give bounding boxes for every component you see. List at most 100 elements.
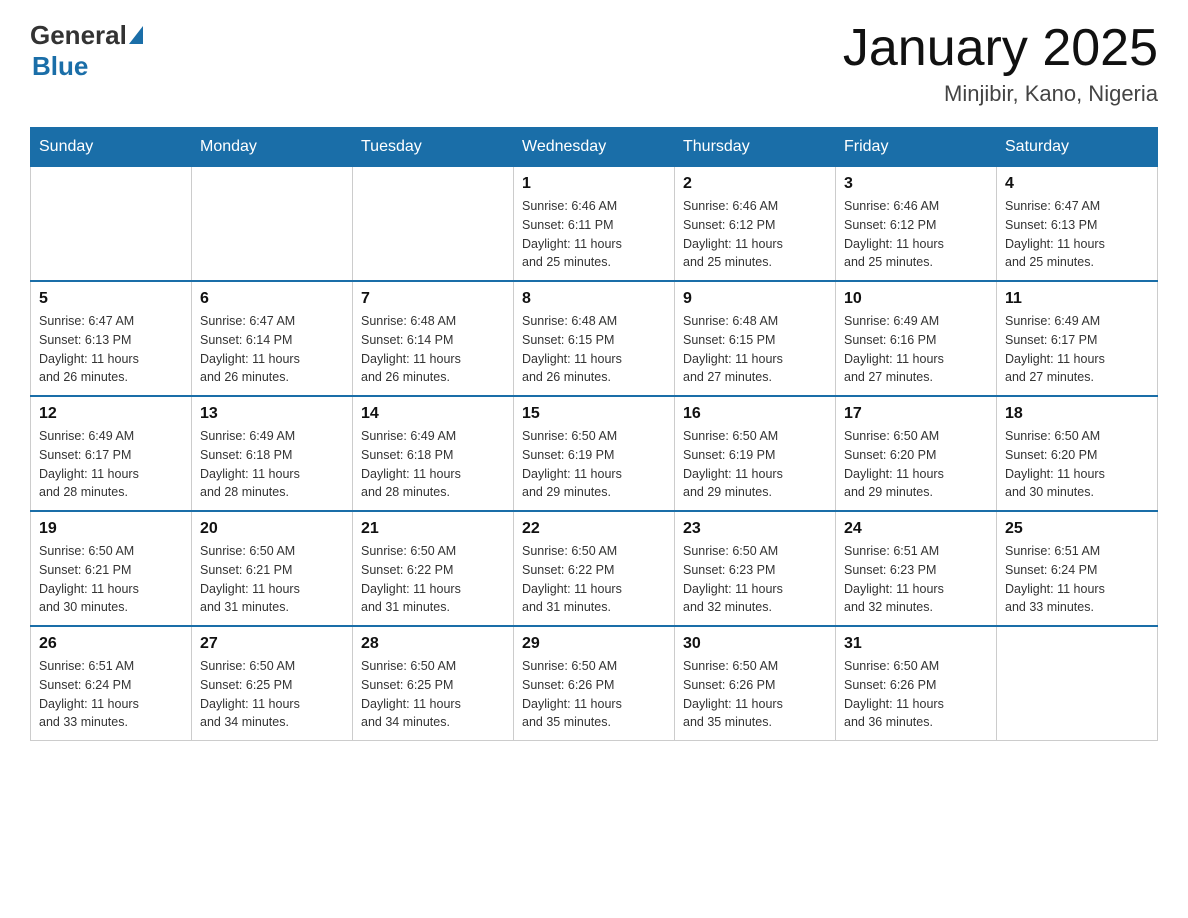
- calendar-week-row: 12 Sunrise: 6:49 AM Sunset: 6:17 PM Dayli…: [31, 396, 1158, 511]
- calendar-week-row: 19 Sunrise: 6:50 AM Sunset: 6:21 PM Dayli…: [31, 511, 1158, 626]
- day-info: Sunrise: 6:50 AM Sunset: 6:26 PM Dayligh…: [522, 657, 666, 732]
- calendar-day-header: Tuesday: [353, 128, 514, 167]
- day-info: Sunrise: 6:50 AM Sunset: 6:25 PM Dayligh…: [361, 657, 505, 732]
- logo-general-text: General: [30, 20, 127, 51]
- calendar-week-row: 1 Sunrise: 6:46 AM Sunset: 6:11 PM Daylig…: [31, 167, 1158, 282]
- calendar-cell: 10 Sunrise: 6:49 AM Sunset: 6:16 PM Dayli…: [836, 281, 997, 396]
- day-info: Sunrise: 6:49 AM Sunset: 6:18 PM Dayligh…: [200, 427, 344, 502]
- day-info: Sunrise: 6:49 AM Sunset: 6:17 PM Dayligh…: [1005, 312, 1149, 387]
- day-number: 6: [200, 290, 344, 308]
- calendar-cell: [353, 167, 514, 282]
- day-number: 4: [1005, 175, 1149, 193]
- calendar-cell: 11 Sunrise: 6:49 AM Sunset: 6:17 PM Dayli…: [997, 281, 1158, 396]
- day-info: Sunrise: 6:49 AM Sunset: 6:16 PM Dayligh…: [844, 312, 988, 387]
- day-info: Sunrise: 6:46 AM Sunset: 6:12 PM Dayligh…: [844, 197, 988, 272]
- calendar-table: SundayMondayTuesdayWednesdayThursdayFrid…: [30, 127, 1158, 741]
- day-number: 19: [39, 520, 183, 538]
- day-number: 9: [683, 290, 827, 308]
- day-info: Sunrise: 6:51 AM Sunset: 6:23 PM Dayligh…: [844, 542, 988, 617]
- day-info: Sunrise: 6:50 AM Sunset: 6:22 PM Dayligh…: [522, 542, 666, 617]
- calendar-cell: 26 Sunrise: 6:51 AM Sunset: 6:24 PM Dayli…: [31, 626, 192, 741]
- calendar-cell: [997, 626, 1158, 741]
- calendar-cell: 1 Sunrise: 6:46 AM Sunset: 6:11 PM Daylig…: [514, 167, 675, 282]
- day-number: 17: [844, 405, 988, 423]
- day-info: Sunrise: 6:50 AM Sunset: 6:25 PM Dayligh…: [200, 657, 344, 732]
- calendar-week-row: 26 Sunrise: 6:51 AM Sunset: 6:24 PM Dayli…: [31, 626, 1158, 741]
- calendar-cell: 18 Sunrise: 6:50 AM Sunset: 6:20 PM Dayli…: [997, 396, 1158, 511]
- day-info: Sunrise: 6:50 AM Sunset: 6:19 PM Dayligh…: [522, 427, 666, 502]
- day-number: 1: [522, 175, 666, 193]
- day-info: Sunrise: 6:51 AM Sunset: 6:24 PM Dayligh…: [39, 657, 183, 732]
- calendar-cell: 28 Sunrise: 6:50 AM Sunset: 6:25 PM Dayli…: [353, 626, 514, 741]
- day-number: 16: [683, 405, 827, 423]
- calendar-cell: 9 Sunrise: 6:48 AM Sunset: 6:15 PM Daylig…: [675, 281, 836, 396]
- day-number: 18: [1005, 405, 1149, 423]
- calendar-day-header: Sunday: [31, 128, 192, 167]
- calendar-cell: 20 Sunrise: 6:50 AM Sunset: 6:21 PM Dayli…: [192, 511, 353, 626]
- title-section: January 2025 Minjibir, Kano, Nigeria: [843, 20, 1158, 107]
- calendar-cell: 2Sunrise: 6:46 AM Sunset: 6:12 PM Daylig…: [675, 167, 836, 282]
- calendar-cell: 24 Sunrise: 6:51 AM Sunset: 6:23 PM Dayli…: [836, 511, 997, 626]
- day-number: 29: [522, 635, 666, 653]
- day-info: Sunrise: 6:46 AM Sunset: 6:11 PM Dayligh…: [522, 197, 666, 272]
- day-info: Sunrise: 6:50 AM Sunset: 6:23 PM Dayligh…: [683, 542, 827, 617]
- day-info: Sunrise: 6:50 AM Sunset: 6:22 PM Dayligh…: [361, 542, 505, 617]
- calendar-cell: 16 Sunrise: 6:50 AM Sunset: 6:19 PM Dayli…: [675, 396, 836, 511]
- calendar-cell: 30 Sunrise: 6:50 AM Sunset: 6:26 PM Dayli…: [675, 626, 836, 741]
- day-info: Sunrise: 6:50 AM Sunset: 6:26 PM Dayligh…: [844, 657, 988, 732]
- calendar-cell: 6Sunrise: 6:47 AM Sunset: 6:14 PM Daylig…: [192, 281, 353, 396]
- calendar-cell: 25Sunrise: 6:51 AM Sunset: 6:24 PM Dayli…: [997, 511, 1158, 626]
- day-number: 15: [522, 405, 666, 423]
- day-number: 11: [1005, 290, 1149, 308]
- day-info: Sunrise: 6:50 AM Sunset: 6:21 PM Dayligh…: [39, 542, 183, 617]
- day-info: Sunrise: 6:50 AM Sunset: 6:20 PM Dayligh…: [1005, 427, 1149, 502]
- calendar-cell: 15 Sunrise: 6:50 AM Sunset: 6:19 PM Dayli…: [514, 396, 675, 511]
- calendar-cell: 3 Sunrise: 6:46 AM Sunset: 6:12 PM Daylig…: [836, 167, 997, 282]
- calendar-cell: [192, 167, 353, 282]
- calendar-day-header: Monday: [192, 128, 353, 167]
- calendar-cell: 21 Sunrise: 6:50 AM Sunset: 6:22 PM Dayli…: [353, 511, 514, 626]
- month-title: January 2025: [843, 20, 1158, 77]
- day-number: 20: [200, 520, 344, 538]
- day-number: 14: [361, 405, 505, 423]
- day-info: Sunrise: 6:50 AM Sunset: 6:21 PM Dayligh…: [200, 542, 344, 617]
- logo-triangle-icon: [129, 26, 143, 44]
- day-number: 3: [844, 175, 988, 193]
- day-number: 28: [361, 635, 505, 653]
- day-number: 23: [683, 520, 827, 538]
- day-number: 13: [200, 405, 344, 423]
- day-number: 30: [683, 635, 827, 653]
- day-info: Sunrise: 6:48 AM Sunset: 6:15 PM Dayligh…: [522, 312, 666, 387]
- calendar-day-header: Wednesday: [514, 128, 675, 167]
- calendar-cell: 7Sunrise: 6:48 AM Sunset: 6:14 PM Daylig…: [353, 281, 514, 396]
- calendar-week-row: 5Sunrise: 6:47 AM Sunset: 6:13 PM Daylig…: [31, 281, 1158, 396]
- logo: General Blue: [30, 20, 143, 82]
- calendar-cell: [31, 167, 192, 282]
- day-info: Sunrise: 6:50 AM Sunset: 6:26 PM Dayligh…: [683, 657, 827, 732]
- day-number: 7: [361, 290, 505, 308]
- day-info: Sunrise: 6:47 AM Sunset: 6:13 PM Dayligh…: [1005, 197, 1149, 272]
- day-number: 21: [361, 520, 505, 538]
- day-number: 5: [39, 290, 183, 308]
- day-number: 27: [200, 635, 344, 653]
- day-number: 10: [844, 290, 988, 308]
- location-text: Minjibir, Kano, Nigeria: [843, 81, 1158, 107]
- day-number: 26: [39, 635, 183, 653]
- day-info: Sunrise: 6:49 AM Sunset: 6:17 PM Dayligh…: [39, 427, 183, 502]
- day-number: 12: [39, 405, 183, 423]
- calendar-cell: 8 Sunrise: 6:48 AM Sunset: 6:15 PM Daylig…: [514, 281, 675, 396]
- calendar-cell: 17Sunrise: 6:50 AM Sunset: 6:20 PM Dayli…: [836, 396, 997, 511]
- calendar-cell: 22Sunrise: 6:50 AM Sunset: 6:22 PM Dayli…: [514, 511, 675, 626]
- day-info: Sunrise: 6:50 AM Sunset: 6:19 PM Dayligh…: [683, 427, 827, 502]
- day-number: 31: [844, 635, 988, 653]
- calendar-cell: 13 Sunrise: 6:49 AM Sunset: 6:18 PM Dayli…: [192, 396, 353, 511]
- calendar-cell: 29 Sunrise: 6:50 AM Sunset: 6:26 PM Dayli…: [514, 626, 675, 741]
- day-number: 8: [522, 290, 666, 308]
- day-info: Sunrise: 6:48 AM Sunset: 6:15 PM Dayligh…: [683, 312, 827, 387]
- day-info: Sunrise: 6:51 AM Sunset: 6:24 PM Dayligh…: [1005, 542, 1149, 617]
- calendar-cell: 23 Sunrise: 6:50 AM Sunset: 6:23 PM Dayli…: [675, 511, 836, 626]
- day-info: Sunrise: 6:46 AM Sunset: 6:12 PM Dayligh…: [683, 197, 827, 272]
- logo-blue-text: Blue: [32, 51, 88, 82]
- day-number: 24: [844, 520, 988, 538]
- calendar-day-header: Friday: [836, 128, 997, 167]
